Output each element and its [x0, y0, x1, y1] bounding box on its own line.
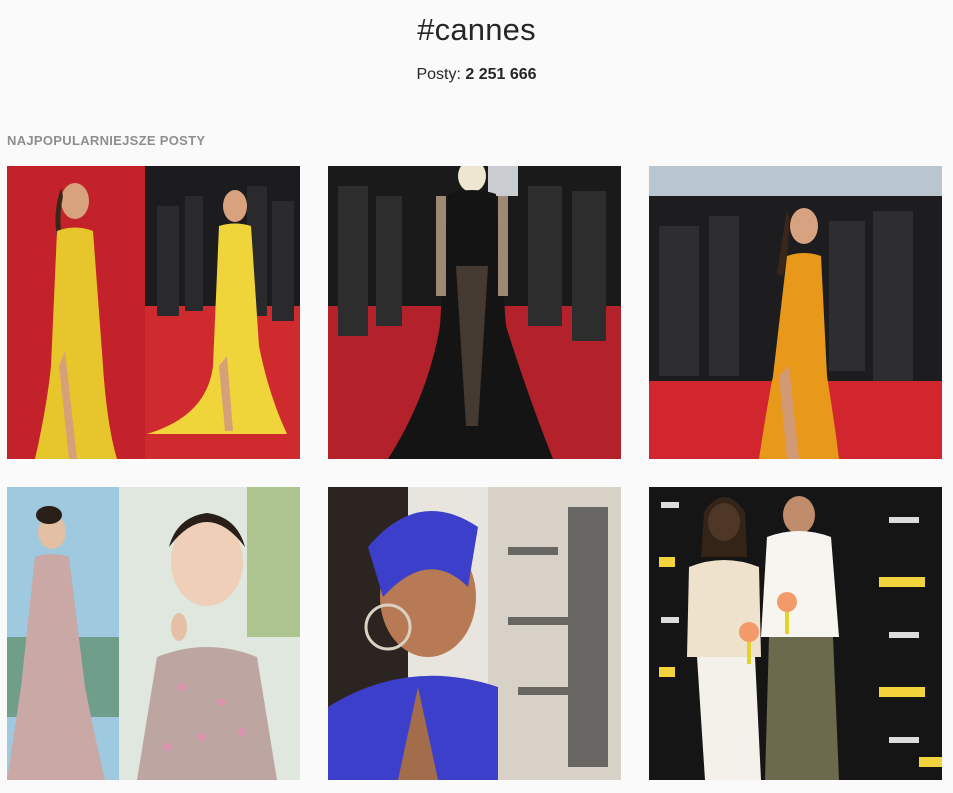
post-count: Posty: 2 251 666 [0, 66, 953, 84]
post-thumbnail[interactable] [328, 166, 621, 459]
post-thumbnail[interactable] [7, 166, 300, 459]
post-count-value: 2 251 666 [465, 66, 537, 83]
post-image-blue-headwrap [328, 487, 621, 780]
post-thumbnail[interactable] [649, 487, 942, 780]
post-image-yellow-gown [7, 166, 300, 459]
post-thumbnail[interactable] [7, 487, 300, 780]
post-image-black-gown [328, 166, 621, 459]
post-image-couple-schweppes [649, 487, 942, 780]
post-image-orange-dress [649, 166, 942, 459]
top-posts-grid [7, 166, 942, 780]
post-thumbnail[interactable] [649, 166, 942, 459]
post-image-floral-gown [7, 487, 300, 780]
hashtag-title: #cannes [417, 12, 536, 47]
section-title: NAJPOPULARNIEJSZE POSTY [7, 133, 206, 148]
post-thumbnail[interactable] [328, 487, 621, 780]
post-count-label: Posty: [416, 66, 461, 83]
